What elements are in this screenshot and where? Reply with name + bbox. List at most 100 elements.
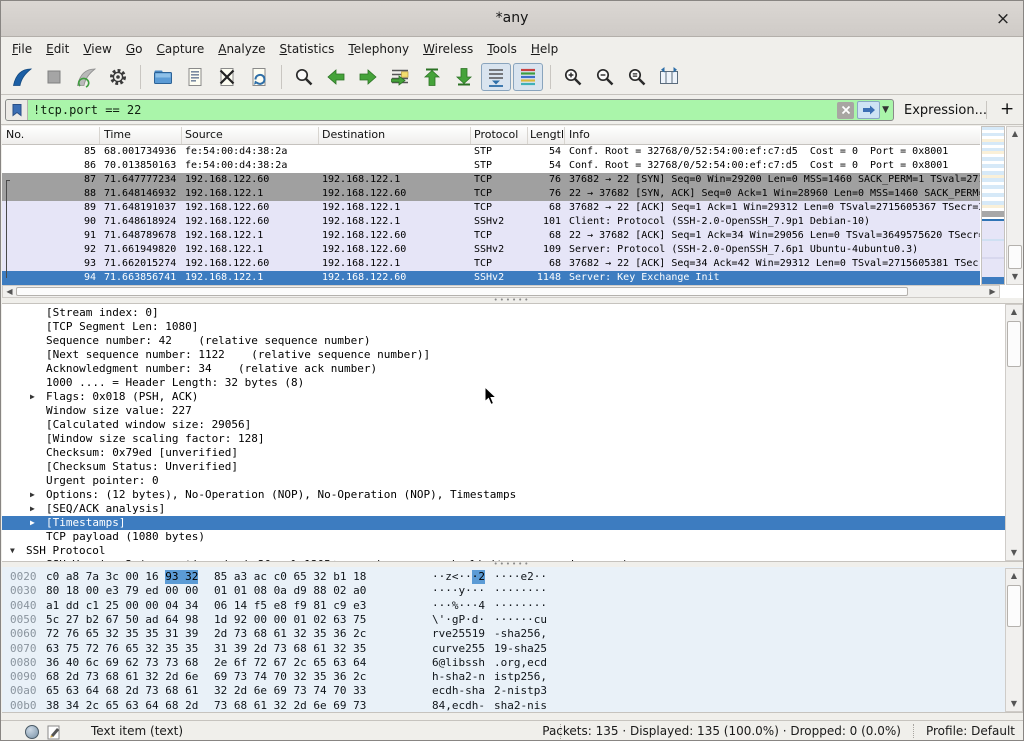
menu-capture[interactable]: Capture xyxy=(149,40,211,58)
detail-line[interactable]: Acknowledgment number: 34 (relative ack … xyxy=(2,362,1005,376)
column-header-destination[interactable]: Destination xyxy=(322,128,467,141)
bytes-vscrollbar[interactable]: ▲ ▼ xyxy=(1005,568,1023,712)
packet-row-92[interactable]: 9271.661949820192.168.122.1192.168.122.6… xyxy=(2,243,980,257)
go-forward-button[interactable] xyxy=(353,63,383,91)
detail-line[interactable]: Urgent pointer: 0 xyxy=(2,474,1005,488)
hex-row-0020[interactable]: 0020c0 a8 7a 3c 00 16 93 3285 a3 ac c0 6… xyxy=(2,570,1005,584)
find-packet-button[interactable] xyxy=(289,63,319,91)
column-separator[interactable] xyxy=(318,127,319,144)
close-button[interactable]: × xyxy=(993,9,1013,29)
detail-line[interactable]: 1000 .... = Header Length: 32 bytes (8) xyxy=(2,376,1005,390)
reload-file-button[interactable] xyxy=(244,63,274,91)
scrollbar-thumb[interactable] xyxy=(16,287,908,296)
clear-filter-button[interactable] xyxy=(837,102,854,119)
scroll-left-arrow[interactable]: ◀ xyxy=(3,286,16,297)
packet-list-vscrollbar[interactable]: ▲ ▼ xyxy=(1006,126,1024,285)
menu-telephony[interactable]: Telephony xyxy=(341,40,416,58)
column-separator[interactable] xyxy=(564,127,565,144)
filter-history-caret[interactable]: ▼ xyxy=(882,105,889,115)
column-separator[interactable] xyxy=(527,127,528,144)
packet-minimap[interactable] xyxy=(981,126,1005,285)
menu-statistics[interactable]: Statistics xyxy=(273,40,342,58)
apply-filter-button[interactable] xyxy=(857,101,880,119)
menu-wireless[interactable]: Wireless xyxy=(416,40,480,58)
detail-line[interactable]: ▶Options: (12 bytes), No-Operation (NOP)… xyxy=(2,488,1005,502)
detail-line[interactable]: Sequence number: 42 (relative sequence n… xyxy=(2,334,1005,348)
hex-row-00a0[interactable]: 00a065 63 64 68 2d 73 68 6132 2d 6e 69 7… xyxy=(2,684,1005,698)
expander-closed-icon[interactable]: ▶ xyxy=(30,488,35,502)
menu-tools[interactable]: Tools xyxy=(480,40,524,58)
column-header-protocol[interactable]: Protocol xyxy=(474,128,526,141)
menu-analyze[interactable]: Analyze xyxy=(211,40,272,58)
column-header-source[interactable]: Source xyxy=(185,128,315,141)
packet-row-90[interactable]: 9071.648618924192.168.122.60192.168.122.… xyxy=(2,215,980,229)
go-back-button[interactable] xyxy=(321,63,351,91)
detail-line[interactable]: Window size value: 227 xyxy=(2,404,1005,418)
detail-line[interactable]: [Window size scaling factor: 128] xyxy=(2,432,1005,446)
annotation-icon[interactable] xyxy=(47,724,61,741)
scroll-up-arrow[interactable]: ▲ xyxy=(1006,305,1022,319)
resize-columns-button[interactable] xyxy=(654,63,684,91)
scroll-down-arrow[interactable]: ▼ xyxy=(1006,697,1022,711)
hex-row-0050[interactable]: 00505c 27 b2 67 50 ad 64 981d 92 00 00 0… xyxy=(2,613,1005,627)
zoom-original-button[interactable] xyxy=(622,63,652,91)
detail-line[interactable]: ▼SSH Protocol xyxy=(2,544,1005,558)
expander-closed-icon[interactable]: ▶ xyxy=(30,516,35,530)
detail-line[interactable]: [Calculated window size: 29056] xyxy=(2,418,1005,432)
details-vscrollbar[interactable]: ▲ ▼ xyxy=(1005,304,1023,561)
hex-row-0080[interactable]: 008036 40 6c 69 62 73 73 682e 6f 72 67 2… xyxy=(2,656,1005,670)
start-capture-button[interactable] xyxy=(7,63,37,91)
detail-line[interactable]: [Stream index: 0] xyxy=(2,306,1005,320)
detail-line[interactable]: ▶Flags: 0x018 (PSH, ACK) xyxy=(2,390,1005,404)
open-file-button[interactable] xyxy=(148,63,178,91)
scroll-down-arrow[interactable]: ▼ xyxy=(1007,270,1023,284)
detail-line[interactable]: Checksum: 0x79ed [unverified] xyxy=(2,446,1005,460)
status-profile[interactable]: Profile: Default xyxy=(914,724,1015,738)
column-header-no[interactable]: No. xyxy=(6,128,96,141)
capture-options-button[interactable] xyxy=(103,63,133,91)
expander-open-icon[interactable]: ▼ xyxy=(10,544,15,558)
hex-row-00b0[interactable]: 00b038 34 2c 65 63 64 68 2d73 68 61 32 2… xyxy=(2,699,1005,713)
go-first-button[interactable] xyxy=(417,63,447,91)
zoom-in-button[interactable] xyxy=(558,63,588,91)
packet-row-88[interactable]: 8871.648146932192.168.122.1192.168.122.6… xyxy=(2,187,980,201)
scroll-up-arrow[interactable]: ▲ xyxy=(1006,569,1022,583)
hex-row-0060[interactable]: 006072 76 65 32 35 35 31 392d 73 68 61 3… xyxy=(2,627,1005,641)
packet-row-91[interactable]: 9171.648789678192.168.122.1192.168.122.6… xyxy=(2,229,980,243)
expander-closed-icon[interactable]: ▶ xyxy=(30,390,35,404)
detail-line[interactable]: [Next sequence number: 1122 (relative se… xyxy=(2,348,1005,362)
packet-row-89[interactable]: 8971.648191037192.168.122.60192.168.122.… xyxy=(2,201,980,215)
scroll-right-arrow[interactable]: ▶ xyxy=(986,286,999,297)
detail-line[interactable]: ▶[SEQ/ACK analysis] xyxy=(2,502,1005,516)
scrollbar-thumb[interactable] xyxy=(1008,245,1022,269)
column-separator[interactable] xyxy=(470,127,471,144)
expander-closed-icon[interactable]: ▶ xyxy=(30,502,35,516)
restart-capture-button[interactable] xyxy=(71,63,101,91)
expert-info-icon[interactable] xyxy=(25,725,39,739)
column-header-length[interactable]: Length xyxy=(530,128,563,141)
add-filter-button[interactable]: + xyxy=(1000,99,1014,119)
save-file-button[interactable] xyxy=(180,63,210,91)
hex-row-0030[interactable]: 003080 18 00 e3 79 ed 00 0001 01 08 0a d… xyxy=(2,584,1005,598)
packet-row-86[interactable]: 8670.013850163fe:54:00:d4:38:2aSTP54Conf… xyxy=(2,159,980,173)
scroll-down-arrow[interactable]: ▼ xyxy=(1006,546,1022,560)
detail-line[interactable]: TCP payload (1080 bytes) xyxy=(2,530,1005,544)
packet-row-93[interactable]: 9371.662015274192.168.122.60192.168.122.… xyxy=(2,257,980,271)
scrollbar-thumb[interactable] xyxy=(1007,321,1021,367)
go-last-button[interactable] xyxy=(449,63,479,91)
menu-view[interactable]: View xyxy=(76,40,118,58)
packet-row-85[interactable]: 8568.001734936fe:54:00:d4:38:2aSTP54Conf… xyxy=(2,145,980,159)
menu-edit[interactable]: Edit xyxy=(39,40,76,58)
packet-row-87[interactable]: 8771.647777234192.168.122.60192.168.122.… xyxy=(2,173,980,187)
display-filter-input[interactable] xyxy=(28,101,837,119)
hex-row-0070[interactable]: 007063 75 72 76 65 32 35 3531 39 2d 73 6… xyxy=(2,642,1005,656)
column-header-time[interactable]: Time xyxy=(104,128,172,141)
detail-line[interactable]: [TCP Segment Len: 1080] xyxy=(2,320,1005,334)
scrollbar-thumb[interactable] xyxy=(1007,585,1021,627)
colorize-button[interactable] xyxy=(513,63,543,91)
column-separator[interactable] xyxy=(99,127,100,144)
auto-scroll-button[interactable] xyxy=(481,63,511,91)
column-separator[interactable] xyxy=(181,127,182,144)
menu-help[interactable]: Help xyxy=(524,40,565,58)
zoom-out-button[interactable] xyxy=(590,63,620,91)
